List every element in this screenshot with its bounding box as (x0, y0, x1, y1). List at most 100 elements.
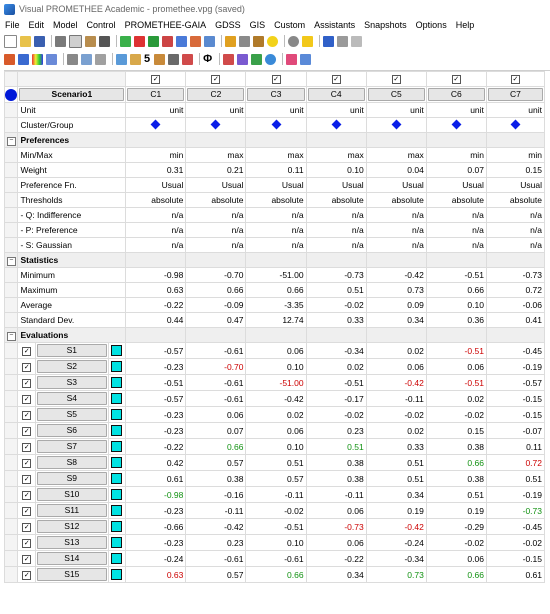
evaluation-cell[interactable]: 0.02 (365, 422, 427, 439)
evaluation-cell[interactable]: 0.02 (305, 358, 367, 375)
preferences-value-cell[interactable]: 0.07 (425, 162, 487, 178)
calculator-icon[interactable] (239, 35, 250, 47)
evaluation-cell[interactable]: 0.66 (425, 454, 487, 471)
group-icon[interactable] (204, 35, 215, 47)
unit-cell[interactable]: unit (185, 102, 247, 118)
evaluation-cell[interactable]: -0.57 (125, 390, 187, 407)
action-active-checkbox[interactable]: ✓ (22, 426, 32, 436)
evaluation-cell[interactable]: 0.63 (125, 566, 187, 583)
highlighter-icon[interactable] (286, 53, 298, 65)
cluster-cell[interactable] (125, 117, 187, 133)
evaluation-cell[interactable]: 0.73 (365, 566, 427, 583)
balance-icon[interactable] (253, 35, 264, 47)
evaluation-cell[interactable]: 0.51 (485, 470, 546, 487)
action-active-checkbox[interactable]: ✓ (22, 474, 32, 484)
copy-icon[interactable] (69, 34, 82, 48)
preferences-value-cell[interactable]: max (185, 147, 247, 163)
evaluation-cell[interactable]: -0.45 (485, 342, 546, 359)
statistics-value-cell[interactable]: -0.98 (125, 267, 187, 283)
menu-options[interactable]: Options (416, 20, 447, 30)
criterion-header-button[interactable]: C4 (307, 88, 365, 101)
magic-wand-icon[interactable] (225, 35, 236, 47)
evaluation-cell[interactable]: -0.73 (485, 502, 546, 519)
ranking-icon[interactable] (4, 53, 15, 65)
unit-cell[interactable]: unit (425, 102, 487, 118)
action-name-button[interactable]: S9 (37, 472, 107, 485)
action-color-swatch[interactable] (111, 489, 123, 501)
evaluation-cell[interactable]: 0.51 (365, 470, 427, 487)
evaluation-cell[interactable]: -0.02 (365, 406, 427, 423)
statistics-value-cell[interactable]: 0.63 (125, 282, 187, 298)
unit-cell[interactable]: unit (125, 102, 187, 118)
evaluation-cell[interactable]: 0.06 (305, 534, 367, 551)
collapse-section-icon[interactable]: − (6, 332, 16, 341)
preferences-value-cell[interactable]: n/a (185, 237, 247, 253)
preferences-value-cell[interactable]: 0.31 (125, 162, 187, 178)
statistics-value-cell[interactable]: 0.44 (125, 312, 187, 328)
preferences-value-cell[interactable]: max (365, 147, 427, 163)
statistics-value-cell[interactable]: 12.74 (245, 312, 307, 328)
action-active-checkbox[interactable]: ✓ (22, 362, 32, 372)
new-file-icon[interactable] (4, 34, 17, 48)
evaluation-cell[interactable]: -0.42 (245, 390, 307, 407)
evaluation-cell[interactable]: -0.24 (365, 534, 427, 551)
preferences-value-cell[interactable]: n/a (245, 237, 307, 253)
action-active-checkbox[interactable]: ✓ (22, 394, 32, 404)
menu-help[interactable]: Help (456, 20, 475, 30)
evaluation-cell[interactable]: -0.61 (185, 342, 247, 359)
evaluation-cell[interactable]: -0.07 (485, 422, 546, 439)
statistics-value-cell[interactable]: -0.42 (365, 267, 427, 283)
menu-edit[interactable]: Edit (29, 20, 45, 30)
action-active-checkbox[interactable]: ✓ (22, 458, 32, 468)
preferences-value-cell[interactable]: max (245, 147, 307, 163)
action-name-button[interactable]: S8 (37, 456, 107, 469)
add-action-icon[interactable] (120, 35, 131, 47)
add-criterion-icon[interactable] (148, 35, 159, 47)
evaluation-cell[interactable]: 0.38 (185, 470, 247, 487)
preferences-value-cell[interactable]: n/a (305, 222, 367, 238)
action-color-swatch[interactable] (111, 425, 123, 437)
remove-criterion-icon[interactable] (162, 35, 173, 47)
evaluation-cell[interactable]: -0.29 (425, 518, 487, 535)
evaluation-cell[interactable]: 0.33 (365, 438, 427, 455)
profile-icon[interactable] (130, 53, 141, 65)
evaluation-cell[interactable]: -0.73 (305, 518, 367, 535)
evaluation-cell[interactable]: 0.23 (185, 534, 247, 551)
insert-row-icon[interactable] (176, 35, 187, 47)
chart-icon[interactable] (154, 53, 166, 65)
statistics-value-cell[interactable]: -0.22 (125, 297, 187, 313)
rainbow-icon[interactable] (32, 53, 43, 65)
statistics-value-cell[interactable]: 0.66 (245, 282, 307, 298)
action-name-button[interactable]: S14 (37, 552, 107, 565)
statistics-value-cell[interactable]: -0.73 (305, 267, 367, 283)
action-active-checkbox[interactable]: ✓ (22, 570, 32, 580)
evaluation-cell[interactable]: 0.10 (245, 358, 307, 375)
evaluation-cell[interactable]: -0.51 (245, 518, 307, 535)
walking-weights-icon[interactable] (95, 53, 106, 65)
lightbulb-icon[interactable] (267, 35, 278, 47)
action-active-checkbox[interactable]: ✓ (22, 490, 32, 500)
statistics-value-cell[interactable]: 0.66 (425, 282, 487, 298)
evaluation-cell[interactable]: -0.19 (485, 486, 546, 503)
preferences-value-cell[interactable]: Usual (245, 177, 307, 193)
scenario-name-button[interactable]: Scenario1 (19, 88, 125, 101)
evaluation-cell[interactable]: -0.61 (245, 550, 307, 567)
criterion-active-checkbox[interactable]: ✓ (391, 75, 401, 85)
evaluation-cell[interactable]: -0.42 (365, 374, 427, 391)
evaluation-cell[interactable]: -0.16 (185, 486, 247, 503)
evaluation-cell[interactable]: -0.23 (125, 406, 187, 423)
statistics-value-cell[interactable]: 0.33 (305, 312, 367, 328)
action-color-swatch[interactable] (111, 569, 123, 581)
statistics-value-cell[interactable]: 0.72 (485, 282, 546, 298)
preferences-value-cell[interactable]: n/a (365, 237, 427, 253)
statistics-value-cell[interactable]: -0.02 (305, 297, 367, 313)
evaluation-cell[interactable]: -0.22 (125, 438, 187, 455)
evaluation-cell[interactable]: -0.23 (125, 502, 187, 519)
evaluation-cell[interactable]: 0.07 (185, 422, 247, 439)
evaluation-cell[interactable]: 0.11 (485, 438, 546, 455)
matrix-icon[interactable] (237, 53, 249, 65)
preferences-value-cell[interactable]: n/a (185, 207, 247, 223)
preferences-value-cell[interactable]: 0.10 (305, 162, 367, 178)
criterion-active-checkbox[interactable]: ✓ (271, 75, 281, 85)
evaluation-cell[interactable]: -0.11 (365, 390, 427, 407)
